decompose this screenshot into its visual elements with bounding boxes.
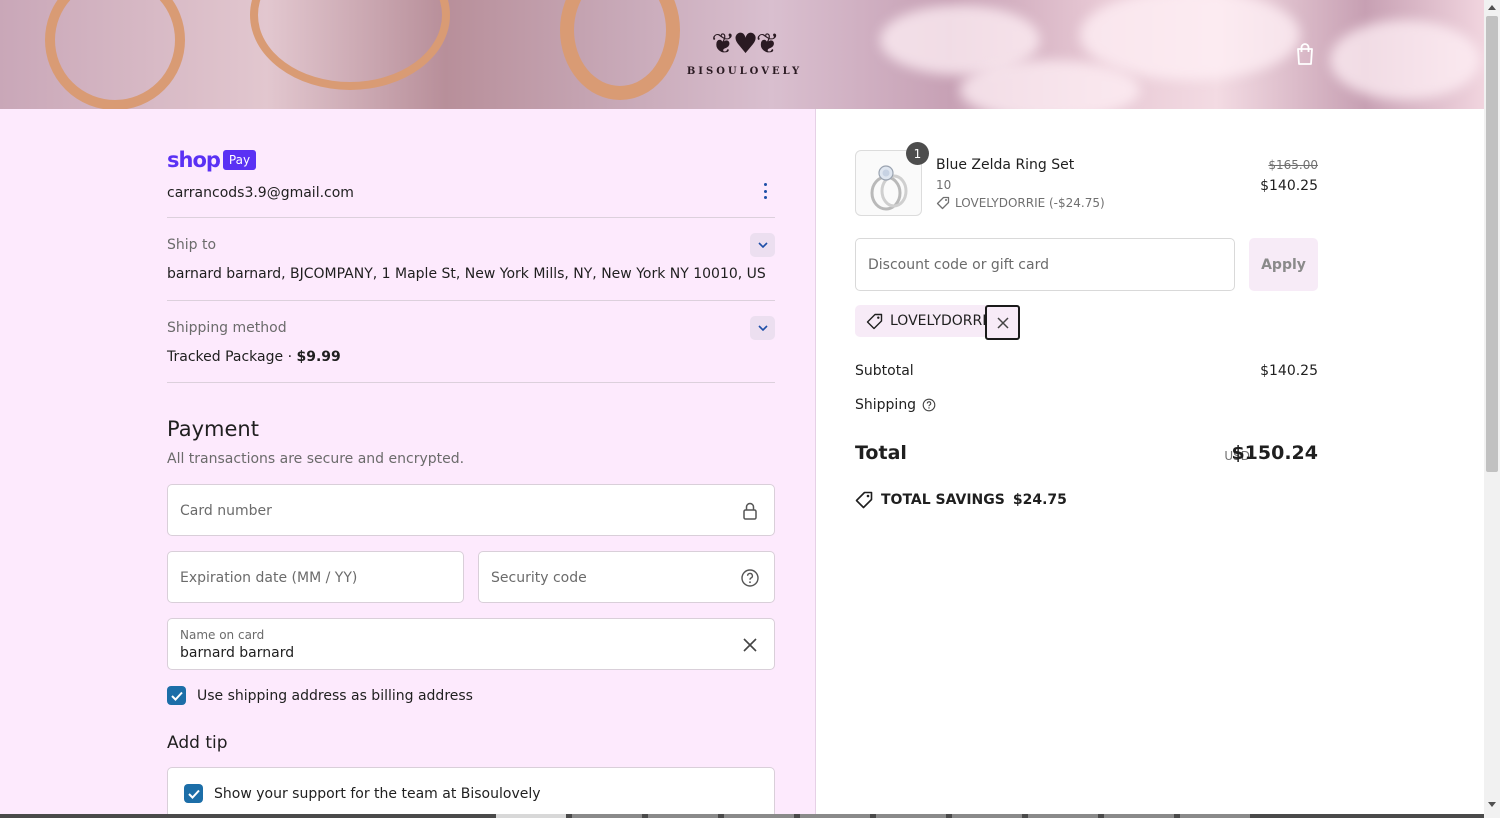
ship-to-address: barnard barnard, BJCOMPANY, 1 Maple St, …	[167, 266, 766, 282]
product-variant: 10	[936, 178, 952, 192]
header-banner: ❦♥❦ BISOULOVELY	[0, 0, 1484, 109]
shop-word: shop	[167, 148, 221, 172]
total-savings-value: $24.75	[1012, 492, 1067, 508]
subtotal-value: $140.25	[1260, 363, 1318, 379]
name-on-card-field[interactable]: Name on card barnard barnard	[167, 618, 775, 670]
applied-discount-code: LOVELYDORRIE	[890, 313, 996, 329]
logo-emblem: ❦♥❦	[711, 27, 779, 60]
taskbar-strip	[0, 814, 1484, 818]
chevron-down-icon	[757, 242, 768, 248]
page-scrollbar[interactable]	[1484, 0, 1500, 818]
security-code-placeholder: Security code	[491, 570, 587, 586]
total-savings: TOTAL SAVINGS $24.75	[855, 491, 1067, 509]
more-options-icon[interactable]	[759, 181, 771, 201]
clear-icon[interactable]	[740, 635, 760, 655]
divider	[167, 217, 775, 218]
close-icon	[996, 316, 1009, 329]
support-label: Show your support for the team at Bisoul…	[214, 785, 541, 802]
order-summary: 1 Blue Zelda Ring Set 10 LOVELYDORRIE (-…	[816, 109, 1484, 818]
chevron-down-icon	[757, 325, 768, 331]
shipping-row: Shipping	[855, 397, 936, 413]
checkout-main: shop Pay carrancods3.9@gmail.com Ship to…	[0, 109, 816, 818]
banner-ring	[45, 0, 185, 109]
tag-icon	[866, 313, 883, 329]
help-circle-icon[interactable]	[740, 568, 760, 588]
subtotal-label: Subtotal	[855, 363, 914, 379]
billing-address-checkbox[interactable]	[167, 686, 186, 705]
taskbar-item	[1178, 814, 1250, 818]
divider	[167, 300, 775, 301]
taskbar-item	[646, 814, 718, 818]
card-number-placeholder: Card number	[180, 503, 272, 519]
discount-code-input[interactable]: Discount code or gift card	[855, 238, 1235, 291]
taskbar-item	[874, 814, 946, 818]
checkmark-icon	[170, 691, 183, 701]
name-on-card-value: barnard barnard	[180, 645, 295, 661]
security-code-field[interactable]: Security code	[478, 551, 775, 603]
shopping-bag-icon[interactable]	[1294, 42, 1316, 66]
price-original: $165.00	[1268, 158, 1318, 172]
taskbar-item	[1026, 814, 1098, 818]
taskbar-item	[722, 814, 794, 818]
tag-icon	[936, 196, 950, 210]
taskbar-item	[570, 814, 642, 818]
tag-icon	[855, 491, 873, 509]
shipping-method-value: Tracked Package · $9.99	[167, 349, 341, 365]
price-current: $140.25	[1260, 178, 1318, 194]
add-tip-title: Add tip	[167, 733, 228, 753]
product-name: Blue Zelda Ring Set	[936, 157, 1075, 173]
pay-badge: Pay	[222, 150, 257, 170]
lock-icon	[740, 501, 760, 521]
apply-button[interactable]: Apply	[1249, 238, 1318, 291]
total-label: Total	[855, 442, 907, 464]
taskbar-item	[494, 814, 566, 818]
banner-cloud	[1330, 20, 1480, 100]
product-discount-text: LOVELYDORRIE (-$24.75)	[955, 196, 1105, 210]
billing-address-label: Use shipping address as billing address	[197, 687, 473, 704]
remove-discount-button[interactable]	[985, 305, 1020, 340]
taskbar-item	[950, 814, 1022, 818]
total-value: $150.24	[1231, 442, 1318, 464]
shipping-label: Shipping	[855, 397, 917, 413]
scroll-down-arrow-icon[interactable]	[1488, 802, 1496, 807]
shipping-method-label: Shipping method	[167, 320, 287, 336]
account-email: carrancods3.9@gmail.com	[167, 185, 354, 201]
support-checkbox-row[interactable]: Show your support for the team at Bisoul…	[184, 784, 541, 803]
checkmark-icon	[187, 789, 200, 799]
banner-ring	[250, 0, 450, 90]
shop-pay-logo: shop Pay	[167, 148, 257, 172]
payment-subtitle: All transactions are secure and encrypte…	[167, 451, 465, 467]
expiration-date-field[interactable]: Expiration date (MM / YY)	[167, 551, 464, 603]
shipping-method-name: Tracked Package ·	[167, 349, 297, 365]
help-circle-icon[interactable]	[922, 398, 936, 412]
ship-to-expand-button[interactable]	[750, 233, 775, 257]
expiration-date-placeholder: Expiration date (MM / YY)	[180, 570, 358, 586]
support-checkbox[interactable]	[184, 784, 203, 803]
shipping-method-price: $9.99	[296, 349, 341, 365]
name-on-card-label: Name on card	[180, 628, 265, 642]
taskbar-item	[798, 814, 870, 818]
logo-text: BISOULOVELY	[686, 66, 803, 77]
quantity-badge: 1	[906, 142, 929, 165]
shipping-method-expand-button[interactable]	[750, 316, 775, 340]
discount-code-placeholder: Discount code or gift card	[868, 257, 1049, 273]
store-logo[interactable]: ❦♥❦ BISOULOVELY	[672, 22, 817, 86]
card-number-field[interactable]: Card number	[167, 484, 775, 536]
payment-title: Payment	[167, 417, 259, 441]
divider	[167, 382, 775, 383]
tip-box: Show your support for the team at Bisoul…	[167, 767, 775, 818]
banner-ring	[560, 0, 680, 100]
billing-address-checkbox-row[interactable]: Use shipping address as billing address	[167, 686, 473, 705]
scroll-up-arrow-icon[interactable]	[1488, 5, 1496, 10]
total-savings-label: TOTAL SAVINGS	[881, 492, 1005, 508]
taskbar-item	[1102, 814, 1174, 818]
ship-to-label: Ship to	[167, 237, 217, 253]
scrollbar-thumb[interactable]	[1486, 16, 1498, 472]
product-discount: LOVELYDORRIE (-$24.75)	[936, 196, 1105, 210]
